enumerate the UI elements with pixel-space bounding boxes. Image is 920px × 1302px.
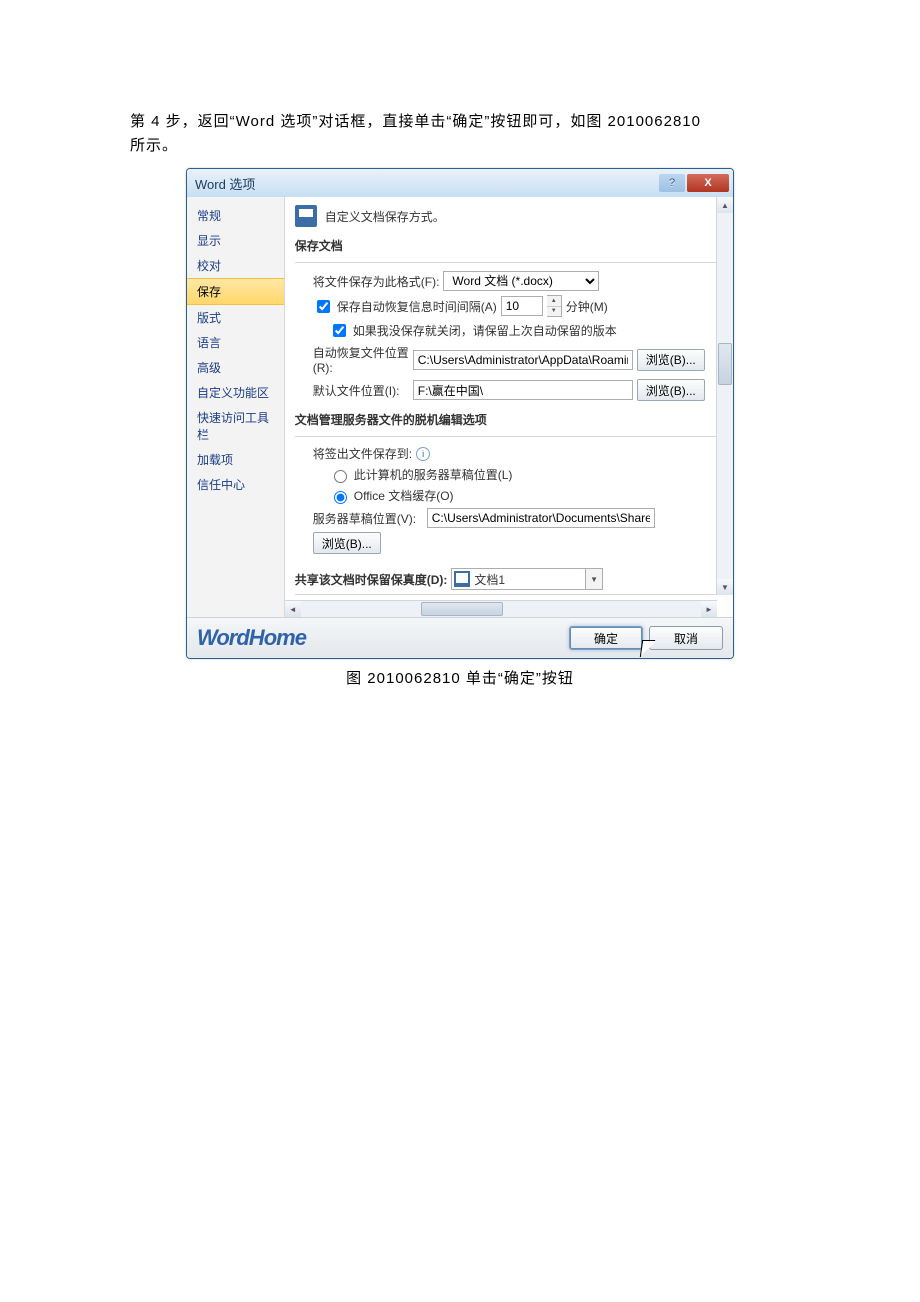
save-icon [295,205,317,227]
dialog-footer: WordHome 确定 取消 [187,617,733,658]
default-location-input[interactable] [413,380,633,400]
divider [295,262,721,263]
sidebar-item-proofing[interactable]: 校对 [187,253,284,278]
dialog-title: Word 选项 [195,174,657,193]
help-button[interactable]: ? [659,174,685,192]
server-draft-location-input[interactable] [427,508,655,528]
keep-last-version-checkbox[interactable]: 如果我没保存就关闭，请保留上次自动保留的版本 [329,321,617,340]
sidebar-item-trust-center[interactable]: 信任中心 [187,472,284,497]
sidebar-item-layout[interactable]: 版式 [187,305,284,330]
save-format-select[interactable]: Word 文档 (*.docx) [443,271,599,291]
word-options-dialog: Word 选项 ? X 常规 显示 校对 保存 版式 语言 高级 自定义功能区 … [186,168,734,659]
checkout-save-to-label: 将签出文件保存到: [313,445,412,462]
radio-office-cache[interactable]: Office 文档缓存(O) [329,487,454,504]
auto-recover-checkbox[interactable]: 保存自动恢复信息时间间隔(A) [313,297,497,316]
sidebar-item-general[interactable]: 常规 [187,203,284,228]
divider [295,594,721,595]
save-format-label: 将文件保存为此格式(F): [313,273,440,290]
sidebar-item-addins[interactable]: 加载项 [187,447,284,472]
section-save-documents: 保存文档 [295,237,721,254]
divider [295,436,721,437]
server-draft-location-label: 服务器草稿位置(V): [313,510,423,527]
horizontal-scrollbar[interactable]: ◄ ► [285,600,717,617]
sidebar-item-save[interactable]: 保存 [187,278,284,305]
page-heading: 自定义文档保存方式。 [325,208,445,225]
browse-default-location-button[interactable]: 浏览(B)... [637,379,705,401]
radio-server-drafts[interactable]: 此计算机的服务器草稿位置(L) [329,466,513,483]
sidebar-item-customize-ribbon[interactable]: 自定义功能区 [187,380,284,405]
scroll-right-arrow[interactable]: ► [701,601,717,617]
close-button[interactable]: X [687,174,729,192]
options-content: 自定义文档保存方式。 保存文档 将文件保存为此格式(F): Word 文档 (*… [285,197,733,603]
ok-button[interactable]: 确定 [569,626,643,650]
auto-recover-location-input[interactable] [413,350,633,370]
minutes-label: 分钟(M) [566,298,608,315]
scroll-up-arrow[interactable]: ▲ [717,197,733,213]
options-sidebar: 常规 显示 校对 保存 版式 语言 高级 自定义功能区 快速访问工具栏 加载项 … [187,197,285,617]
figure-caption: 图 2010062810 单击“确定”按钮 [346,667,574,688]
browse-server-draft-button[interactable]: 浏览(B)... [313,532,381,554]
auto-recover-minutes[interactable] [501,296,543,316]
scroll-down-arrow[interactable]: ▼ [717,579,733,595]
info-icon[interactable]: i [416,447,430,461]
browse-auto-recover-button[interactable]: 浏览(B)... [637,349,705,371]
dialog-titlebar: Word 选项 ? X [187,169,733,197]
hscroll-thumb[interactable] [421,602,503,616]
auto-recover-location-label: 自动恢复文件位置 [313,344,409,361]
sidebar-item-advanced[interactable]: 高级 [187,355,284,380]
chevron-down-icon[interactable]: ▼ [585,569,602,589]
brand-watermark: WordHome [197,625,563,651]
sidebar-item-display[interactable]: 显示 [187,228,284,253]
share-document-combo[interactable]: 文档1 ▼ [451,568,603,590]
default-location-label: 默认文件位置(I): [313,382,409,399]
scroll-left-arrow[interactable]: ◄ [285,601,301,617]
sidebar-item-language[interactable]: 语言 [187,330,284,355]
cancel-button[interactable]: 取消 [649,626,723,650]
sidebar-item-quick-access[interactable]: 快速访问工具栏 [187,405,284,447]
document-icon [454,571,470,587]
minutes-spinner[interactable]: ▲▼ [547,295,562,317]
section-offline-editing: 文档管理服务器文件的脱机编辑选项 [295,411,721,428]
share-fidelity-label: 共享该文档时保留保真度(D): [295,571,448,588]
intro-text: 第 4 步，返回“Word 选项”对话框，直接单击“确定”按钮即可，如图 201… [130,110,790,158]
scroll-thumb[interactable] [718,343,732,385]
vertical-scrollbar[interactable]: ▲ ▼ [716,197,733,595]
